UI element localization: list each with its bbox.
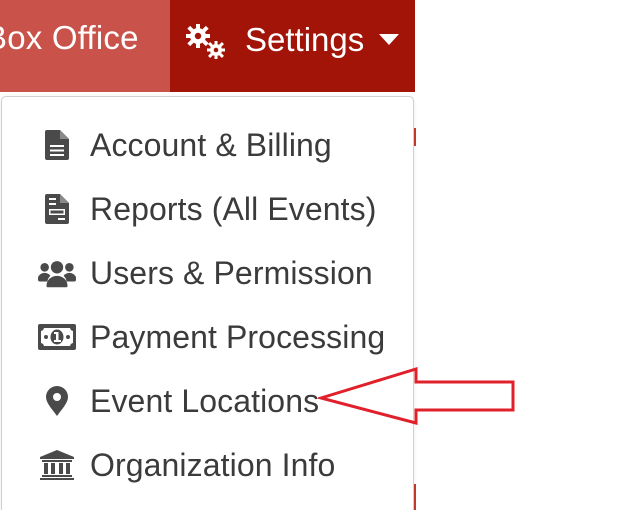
menu-item-organization-info[interactable]: Organization Info [2, 435, 413, 495]
menu-item-users-permission[interactable]: Users & Permission [2, 243, 413, 303]
background-edge [414, 484, 416, 510]
nav-box-office-label: Box Office [0, 19, 139, 56]
users-icon [38, 257, 76, 289]
nav-box-office[interactable]: Box Office [0, 0, 170, 92]
map-marker-icon [38, 385, 76, 417]
menu-item-label: Reports (All Events) [90, 191, 377, 227]
nav-settings-toggle[interactable]: Settings [170, 0, 415, 92]
file-icon [38, 129, 76, 161]
screenshot-stage: Box Office Settings Account & Billing Re… [0, 0, 635, 510]
annotation-arrow [318, 366, 515, 425]
menu-item-label: Account & Billing [90, 127, 332, 163]
menu-item-label: Organization Info [90, 447, 336, 483]
file-lines-icon [38, 193, 76, 225]
menu-item-label: Event Locations [90, 383, 320, 419]
menu-item-label: Payment Processing [90, 319, 386, 355]
money-bill-icon [38, 321, 76, 353]
caret-down-icon [379, 34, 399, 45]
gears-icon [183, 22, 229, 62]
menu-item-payment-processing[interactable]: Payment Processing [2, 307, 413, 367]
settings-dropdown-menu: Account & Billing Reports (All Events) U… [1, 96, 414, 510]
menu-item-reports[interactable]: Reports (All Events) [2, 179, 413, 239]
nav-settings-label: Settings [245, 21, 365, 58]
background-edge [414, 128, 416, 146]
menu-item-label: Users & Permission [90, 255, 373, 291]
bank-icon [38, 449, 76, 481]
menu-item-account-billing[interactable]: Account & Billing [2, 115, 413, 175]
